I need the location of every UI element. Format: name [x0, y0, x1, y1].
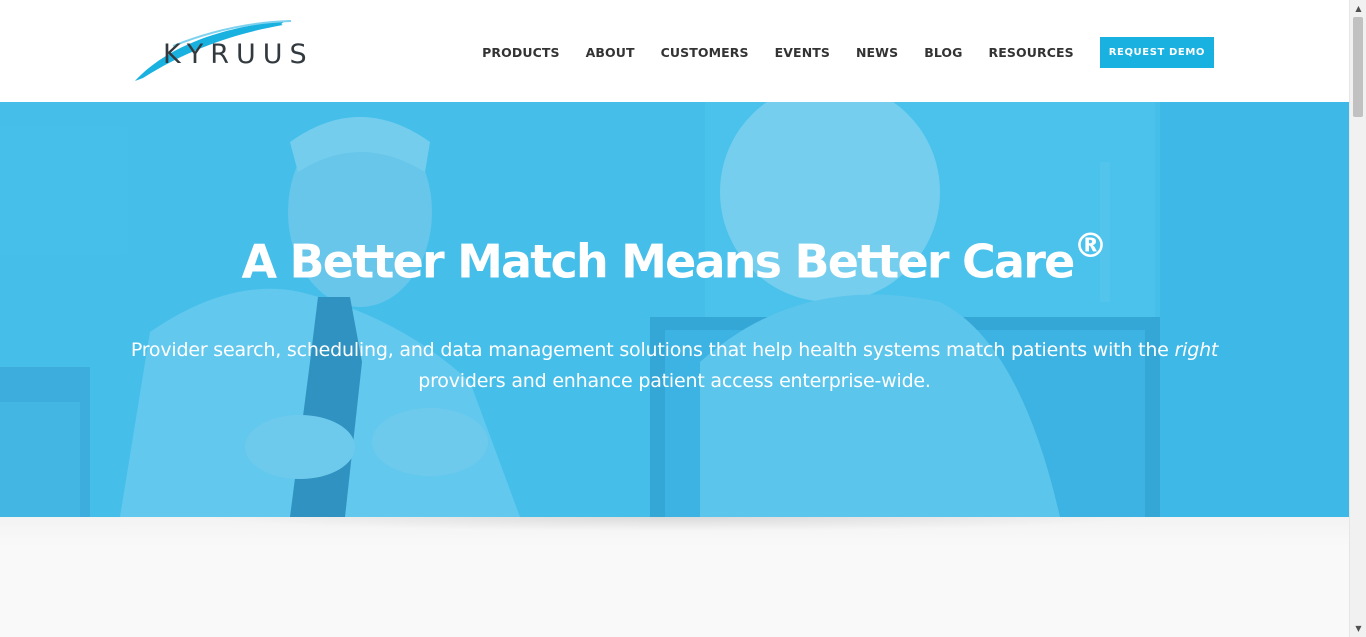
hero-section: A Better Match Means Better Care® Provid…	[0, 102, 1349, 517]
hero-subtitle-emphasis: right	[1174, 339, 1219, 361]
nav-item-customers[interactable]: CUSTOMERS	[661, 45, 749, 60]
request-demo-button[interactable]: REQUEST DEMO	[1099, 36, 1214, 68]
kyruus-logo[interactable]: KYRUUS	[133, 16, 323, 86]
section-shadow	[200, 517, 1150, 531]
scroll-down-arrow-icon[interactable]: ▼	[1350, 620, 1366, 637]
site-header: KYRUUS PRODUCTS ABOUT CUSTOMERS EVENTS N…	[0, 0, 1349, 102]
logo-wordmark: KYRUUS	[163, 39, 314, 70]
page: KYRUUS PRODUCTS ABOUT CUSTOMERS EVENTS N…	[0, 0, 1349, 637]
nav-item-products[interactable]: PRODUCTS	[482, 45, 559, 60]
content-section	[0, 517, 1349, 637]
hero-title-text: A Better Match Means Better Care	[241, 234, 1076, 289]
nav-item-blog[interactable]: BLOG	[924, 45, 962, 60]
nav-item-resources[interactable]: RESOURCES	[989, 45, 1074, 60]
hero-color-overlay	[0, 102, 1349, 517]
scrollbar-thumb[interactable]	[1353, 17, 1363, 117]
hero-subtitle-part1: Provider search, scheduling, and data ma…	[130, 339, 1175, 361]
hero-title: A Better Match Means Better Care®	[0, 226, 1349, 289]
nav-item-news[interactable]: NEWS	[856, 45, 898, 60]
nav-item-events[interactable]: EVENTS	[775, 45, 830, 60]
nav-item-about[interactable]: ABOUT	[586, 45, 635, 60]
main-nav: PRODUCTS ABOUT CUSTOMERS EVENTS NEWS BLO…	[482, 36, 1214, 68]
scroll-up-arrow-icon[interactable]: ▲	[1350, 0, 1366, 17]
hero-subtitle-part2: providers and enhance patient access ent…	[418, 370, 931, 392]
registered-mark: ®	[1073, 226, 1108, 266]
hero-subtitle: Provider search, scheduling, and data ma…	[130, 335, 1219, 397]
page-scrollbar[interactable]: ▲ ▼	[1349, 0, 1366, 637]
